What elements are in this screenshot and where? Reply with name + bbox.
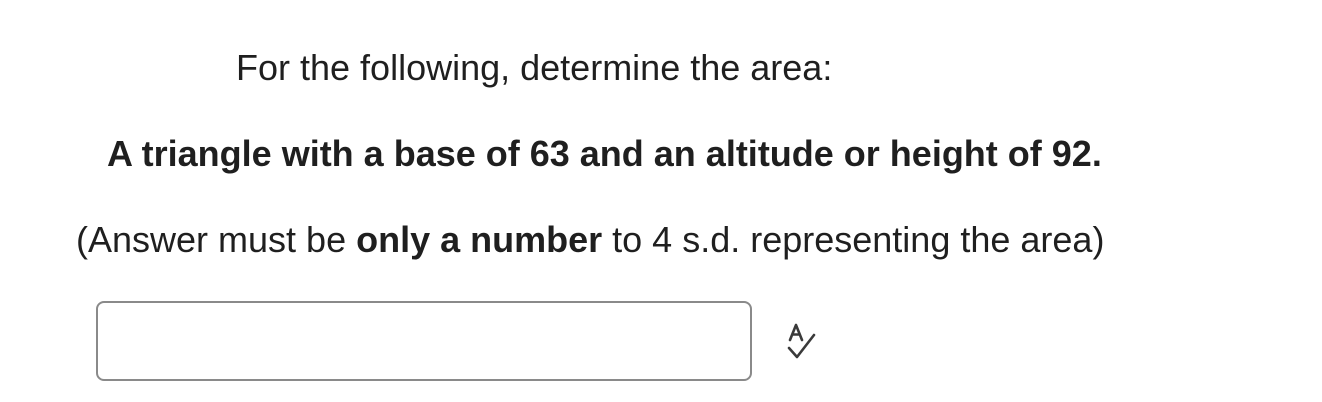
answer-input[interactable] — [96, 301, 752, 381]
instruction-text-before: (Answer must be — [76, 219, 357, 260]
spellcheck-icon[interactable] — [784, 321, 828, 365]
instruction-emphasis: only a number — [356, 219, 603, 260]
instruction-text-after: to 4 s.d. representing the area) — [602, 219, 1105, 260]
answer-instruction: (Answer must be only a number to 4 s.d. … — [76, 218, 1104, 262]
problem-statement: A triangle with a base of 63 and an alti… — [107, 133, 1102, 174]
question-prompt: For the following, determine the area: — [236, 47, 833, 88]
